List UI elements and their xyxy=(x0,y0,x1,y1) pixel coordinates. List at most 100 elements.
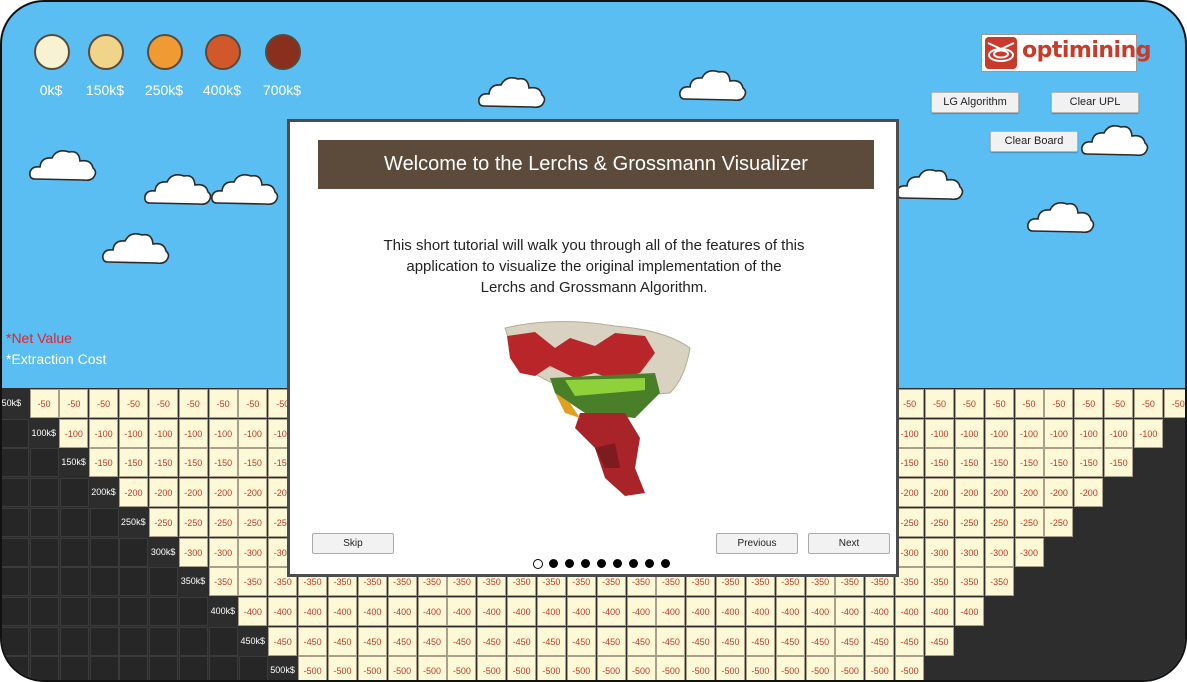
block-cell[interactable]: -400 xyxy=(447,596,477,626)
block-cell[interactable]: -400 xyxy=(536,596,566,626)
block-cell[interactable]: -400 xyxy=(268,596,298,626)
block-cell[interactable]: -200 xyxy=(178,478,208,508)
block-cell[interactable]: -450 xyxy=(357,626,387,656)
block-cell[interactable]: -50 xyxy=(89,389,119,418)
block-cell[interactable]: -500 xyxy=(805,656,835,680)
block-cell[interactable]: -350 xyxy=(238,567,268,597)
block-cell[interactable]: -400 xyxy=(238,596,268,626)
block-cell[interactable]: -500 xyxy=(357,656,387,680)
block-cell[interactable]: -200 xyxy=(208,478,238,508)
block-cell[interactable]: -50 xyxy=(984,389,1014,418)
block-cell[interactable]: -300 xyxy=(208,537,238,567)
clear-upl-button[interactable]: Clear UPL xyxy=(1051,92,1139,113)
block-cell[interactable]: -500 xyxy=(716,656,746,680)
block-cell[interactable]: -400 xyxy=(387,596,417,626)
block-cell[interactable]: -100 xyxy=(148,418,178,448)
block-cell[interactable]: -450 xyxy=(716,626,746,656)
block-cell[interactable]: -400 xyxy=(805,596,835,626)
block-cell[interactable]: -150 xyxy=(895,448,925,478)
block-cell[interactable]: -100 xyxy=(89,418,119,448)
block-cell[interactable]: -150 xyxy=(925,448,954,478)
block-cell[interactable]: -100 xyxy=(925,418,954,448)
block-cell[interactable]: -500 xyxy=(895,656,925,680)
block-cell[interactable]: -200 xyxy=(1044,478,1074,508)
block-cell[interactable]: -100 xyxy=(954,418,984,448)
block-cell[interactable]: -350 xyxy=(984,567,1014,597)
block-cell[interactable]: -450 xyxy=(268,626,298,656)
block-cell[interactable]: -200 xyxy=(1074,478,1104,508)
page-dot[interactable] xyxy=(613,559,622,568)
block-cell[interactable]: -450 xyxy=(656,626,686,656)
block-cell[interactable]: -400 xyxy=(865,596,895,626)
page-dot-active[interactable] xyxy=(533,559,543,569)
skip-button[interactable]: Skip xyxy=(312,533,394,554)
block-cell[interactable]: -250 xyxy=(895,507,925,537)
block-cell[interactable]: -400 xyxy=(477,596,507,626)
block-cell[interactable]: -450 xyxy=(895,626,925,656)
block-cell[interactable]: -450 xyxy=(745,626,775,656)
block-cell[interactable]: -50 xyxy=(208,389,238,418)
block-cell[interactable]: -150 xyxy=(148,448,178,478)
block-cell[interactable]: -400 xyxy=(626,596,656,626)
page-dot[interactable] xyxy=(645,559,654,568)
block-cell[interactable]: -450 xyxy=(417,626,447,656)
lg-algorithm-button[interactable]: LG Algorithm xyxy=(931,92,1019,113)
block-cell[interactable]: -500 xyxy=(447,656,477,680)
block-cell[interactable]: -150 xyxy=(954,448,984,478)
block-cell[interactable]: -400 xyxy=(298,596,328,626)
block-cell[interactable]: -500 xyxy=(566,656,596,680)
block-cell[interactable]: -50 xyxy=(1104,389,1134,418)
block-cell[interactable]: -50 xyxy=(178,389,208,418)
block-cell[interactable]: -150 xyxy=(1044,448,1074,478)
block-cell[interactable]: -150 xyxy=(1014,448,1044,478)
block-cell[interactable]: -450 xyxy=(298,626,328,656)
block-cell[interactable]: -400 xyxy=(566,596,596,626)
block-cell[interactable]: -400 xyxy=(596,596,626,626)
block-cell[interactable]: -150 xyxy=(984,448,1014,478)
block-cell[interactable]: -350 xyxy=(925,567,954,597)
block-cell[interactable]: -400 xyxy=(925,596,954,626)
block-cell[interactable]: -500 xyxy=(656,656,686,680)
block-cell[interactable]: -450 xyxy=(536,626,566,656)
block-cell[interactable]: -150 xyxy=(208,448,238,478)
block-cell[interactable]: -400 xyxy=(328,596,357,626)
block-cell[interactable]: -100 xyxy=(895,418,925,448)
block-cell[interactable]: -150 xyxy=(178,448,208,478)
block-cell[interactable]: -450 xyxy=(566,626,596,656)
block-cell[interactable]: -450 xyxy=(507,626,537,656)
block-cell[interactable]: -400 xyxy=(417,596,447,626)
block-cell[interactable]: -50 xyxy=(954,389,984,418)
block-cell[interactable]: -250 xyxy=(178,507,208,537)
block-cell[interactable]: -400 xyxy=(357,596,387,626)
block-cell[interactable]: -100 xyxy=(1104,418,1134,448)
page-dot[interactable] xyxy=(565,559,574,568)
block-cell[interactable]: -50 xyxy=(895,389,925,418)
block-cell[interactable]: -450 xyxy=(387,626,417,656)
block-cell[interactable]: -250 xyxy=(238,507,268,537)
block-cell[interactable]: -100 xyxy=(1044,418,1074,448)
block-cell[interactable]: -100 xyxy=(1133,418,1163,448)
block-cell[interactable]: -400 xyxy=(745,596,775,626)
page-dot[interactable] xyxy=(661,559,670,568)
block-cell[interactable]: -200 xyxy=(1014,478,1044,508)
block-cell[interactable]: -450 xyxy=(447,626,477,656)
block-cell[interactable]: -400 xyxy=(895,596,925,626)
block-cell[interactable]: -50 xyxy=(59,389,89,418)
block-cell[interactable]: -450 xyxy=(596,626,626,656)
block-cell[interactable]: -450 xyxy=(775,626,805,656)
block-cell[interactable]: -400 xyxy=(954,596,984,626)
block-cell[interactable]: -450 xyxy=(686,626,716,656)
block-cell[interactable]: -500 xyxy=(477,656,507,680)
block-cell[interactable]: -450 xyxy=(626,626,656,656)
page-dot[interactable] xyxy=(549,559,558,568)
block-cell[interactable]: -150 xyxy=(1074,448,1104,478)
block-cell[interactable]: -150 xyxy=(89,448,119,478)
block-cell[interactable]: -350 xyxy=(954,567,984,597)
block-cell[interactable]: -50 xyxy=(29,389,59,418)
block-cell[interactable]: -150 xyxy=(119,448,149,478)
block-cell[interactable]: -100 xyxy=(119,418,149,448)
block-cell[interactable]: -400 xyxy=(775,596,805,626)
block-cell[interactable]: -500 xyxy=(865,656,895,680)
block-cell[interactable]: -250 xyxy=(1044,507,1074,537)
block-cell[interactable]: -50 xyxy=(1163,389,1185,418)
